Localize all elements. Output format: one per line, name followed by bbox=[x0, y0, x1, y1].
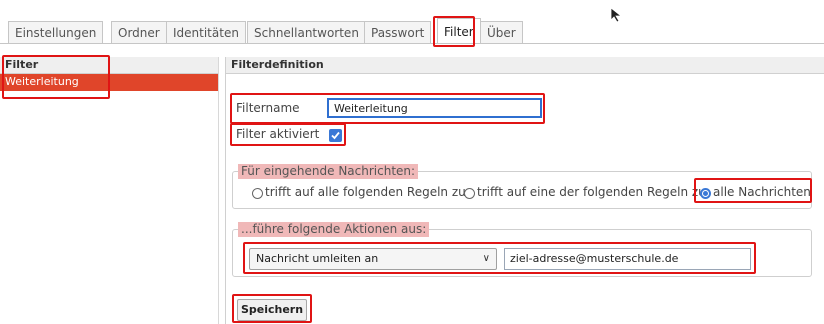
radio-all-rules-label[interactable]: trifft auf alle folgenden Regeln zu bbox=[265, 185, 466, 199]
highlight-box-filter-tab bbox=[433, 16, 475, 47]
incoming-messages-legend: Für eingehende Nachrichten: bbox=[238, 164, 419, 179]
radio-all-rules[interactable] bbox=[252, 188, 263, 199]
tab-ueber[interactable]: Über bbox=[480, 21, 523, 43]
highlight-box-filter-list bbox=[2, 55, 110, 99]
highlight-box-all-messages bbox=[694, 178, 812, 203]
radio-any-rule[interactable] bbox=[464, 188, 475, 199]
tab-identitaeten[interactable]: Identitäten bbox=[166, 21, 246, 43]
highlight-box-save bbox=[232, 294, 312, 323]
filter-definition-title: Filterdefinition bbox=[231, 58, 324, 71]
radio-any-rule-label[interactable]: trifft auf eine der folgenden Regeln zu bbox=[477, 185, 706, 199]
highlight-box-actions bbox=[243, 242, 756, 274]
tab-passwort[interactable]: Passwort bbox=[364, 21, 432, 43]
tab-bar-divider bbox=[0, 43, 824, 44]
tab-ordner[interactable]: Ordner bbox=[111, 21, 167, 43]
mouse-cursor-icon bbox=[610, 7, 623, 23]
highlight-box-filtername bbox=[230, 93, 545, 124]
highlight-box-filter-enabled bbox=[230, 123, 346, 146]
tab-einstellungen[interactable]: Einstellungen bbox=[8, 21, 104, 43]
actions-legend: ...führe folgende Aktionen aus: bbox=[238, 222, 430, 237]
filter-definition-header: Filterdefinition bbox=[226, 57, 824, 74]
tab-schnellantworten[interactable]: Schnellantworten bbox=[247, 21, 366, 43]
